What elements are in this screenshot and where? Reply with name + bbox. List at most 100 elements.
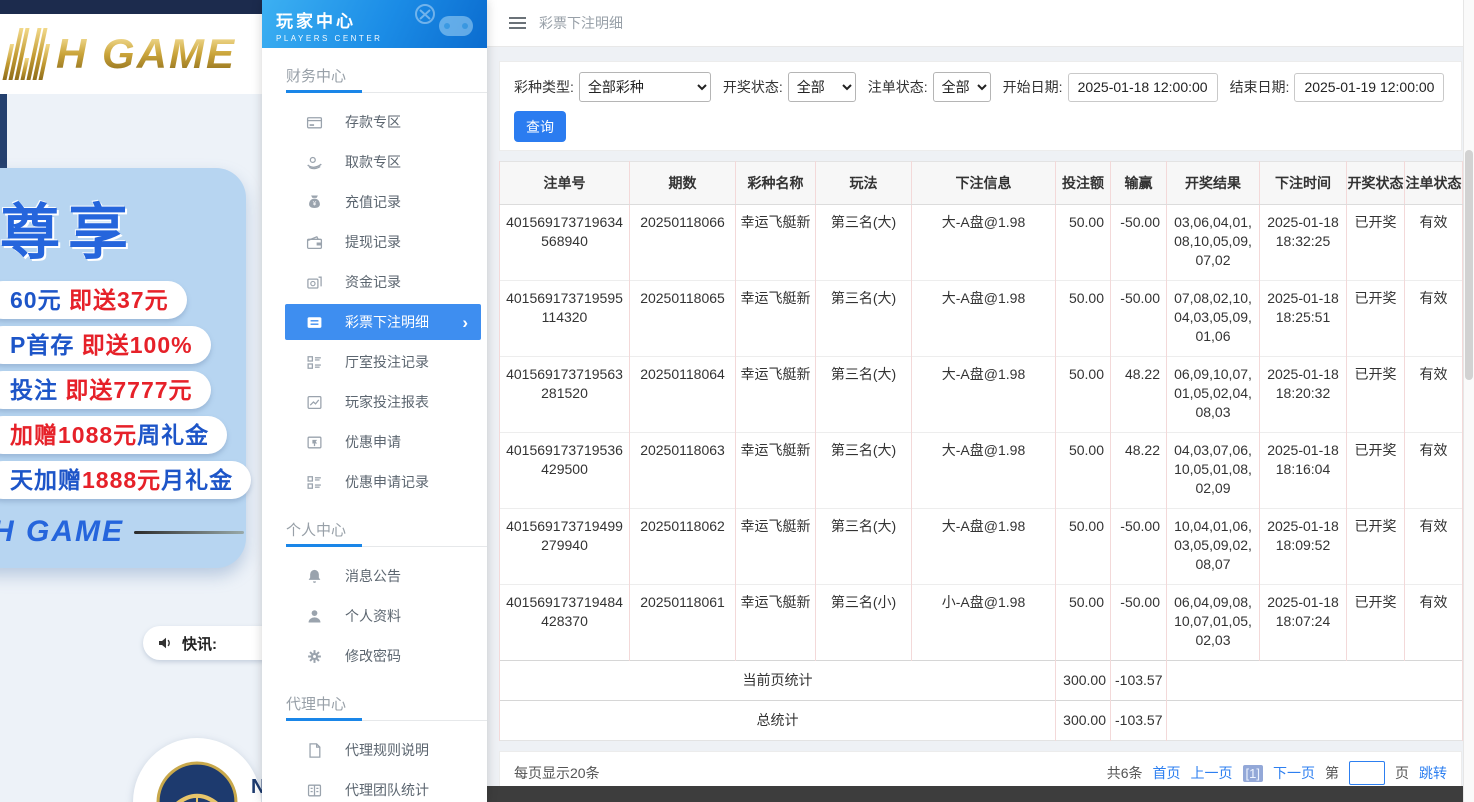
promo-brand: H GAME	[0, 515, 246, 549]
table-cell: 2025-01-18 18:16:04	[1259, 432, 1347, 509]
section-underline	[286, 718, 487, 721]
bet-list-icon	[306, 314, 323, 331]
withdraw-hand-icon	[306, 154, 323, 171]
sidebar-item-消息公告[interactable]: 消息公告	[262, 556, 487, 596]
summary-row: 当前页统计 300.00 -103.57	[499, 660, 1463, 701]
partner-logo	[133, 738, 261, 802]
table-cell: 大-A盘@1.98	[911, 280, 1056, 357]
table-cell: 20250118063	[629, 432, 736, 509]
order-status-select[interactable]: 全部	[932, 72, 991, 102]
sidebar-item-优惠申请记录[interactable]: 优惠申请记录	[262, 462, 487, 502]
column-header: 下注时间	[1259, 161, 1347, 205]
sidebar-item-个人资料[interactable]: 个人资料	[262, 596, 487, 636]
column-header: 输赢	[1110, 161, 1167, 205]
column-header: 开奖状态	[1346, 161, 1405, 205]
column-header: 玩法	[815, 161, 912, 205]
background-page: H GAME 尊享 60元 即送37元 P首存 即送100% 投注 即送7777元加…	[0, 0, 262, 802]
first-page-link[interactable]: 首页	[1153, 763, 1181, 783]
sidebar-item-彩票下注明细[interactable]: 彩票下注明细 ›	[285, 304, 481, 340]
search-button[interactable]: 查询	[514, 111, 566, 142]
column-header: 注单状态	[1404, 161, 1463, 205]
footer-bar	[487, 786, 1474, 802]
goto-button[interactable]: 跳转	[1419, 763, 1447, 783]
promo-pill: 60元 即送37元	[0, 281, 187, 319]
sidebar-item-代理团队统计[interactable]: 代理团队统计	[262, 770, 487, 802]
bell-icon	[306, 568, 323, 585]
next-page-link[interactable]: 下一页	[1273, 763, 1315, 783]
lottery-type-select[interactable]: 全部彩种	[578, 72, 711, 102]
sidebar-item-优惠申请[interactable]: 优惠申请	[262, 422, 487, 462]
table-row: 401569173719563281520 20250118064 幸运飞艇新 第三名…	[499, 356, 1463, 433]
end-date-label: 结束日期:	[1229, 79, 1290, 95]
sidebar-item-label: 修改密码	[345, 648, 401, 664]
table-cell: 50.00	[1055, 508, 1111, 585]
coupon-icon	[306, 434, 323, 451]
news-label: 快讯:	[182, 635, 217, 653]
column-header: 投注额	[1055, 161, 1111, 205]
sidebar-item-label: 代理团队统计	[345, 782, 429, 798]
promo-pill: 天加赠1888元月礼金	[0, 461, 252, 499]
table-cell: 第三名(小)	[815, 584, 912, 661]
order-status-label: 注单状态:	[867, 79, 928, 95]
sidebar-item-label: 充值记录	[345, 194, 401, 210]
table-row: 401569173719499279940 20250118062 幸运飞艇新 第三名…	[499, 508, 1463, 585]
news-ticker[interactable]: 快讯:	[143, 626, 262, 660]
sidebar-menu: 财务中心 存款专区 取款专区 ¥ 充值记录 提现记录 资金记录 彩票下注明细 › 厅室投注记录 玩家…	[262, 65, 487, 802]
prev-page-link[interactable]: 上一页	[1191, 763, 1233, 783]
sidebar-item-玩家投注报表[interactable]: 玩家投注报表	[262, 382, 487, 422]
sidebar-item-label: 厅室投注记录	[345, 354, 429, 370]
sidebar-item-存款专区[interactable]: 存款专区	[262, 102, 487, 142]
promo-banner[interactable]: 尊享 60元 即送37元 P首存 即送100% 投注 即送7777元 加赠1088元周…	[0, 168, 252, 568]
table-row: 401569173719536429500 20250118063 幸运飞艇新 第三名…	[499, 432, 1463, 509]
sidebar-item-修改密码[interactable]: 修改密码	[262, 636, 487, 676]
background-top-bar	[0, 0, 262, 14]
promo-pill: 加赠1088元周礼金	[0, 416, 228, 454]
sidebar-item-提现记录[interactable]: 提现记录	[262, 222, 487, 262]
table-cell: 20250118064	[629, 356, 736, 433]
table-cell: 06,09,10,07,01,05,02,04,08,03	[1166, 356, 1260, 433]
summary-empty	[1166, 660, 1463, 701]
report-chart-icon	[306, 394, 323, 411]
draw-status-label: 开奖状态:	[722, 79, 783, 95]
table-cell: 50.00	[1055, 280, 1111, 357]
records-icon	[306, 354, 323, 371]
sidebar-item-取款专区[interactable]: 取款专区	[262, 142, 487, 182]
table-cell: 401569173719536429500	[499, 432, 630, 509]
table-cell: 2025-01-18 18:25:51	[1259, 280, 1347, 357]
table-cell: 50.00	[1055, 584, 1111, 661]
table-cell: 401569173719595114320	[499, 280, 630, 357]
table-cell: 大-A盘@1.98	[911, 356, 1056, 433]
sidebar-item-label: 个人资料	[345, 608, 401, 624]
sidebar-item-代理规则说明[interactable]: 代理规则说明	[262, 730, 487, 770]
sidebar-item-label: 存款专区	[345, 114, 401, 130]
user-icon	[306, 608, 323, 625]
table-cell: 10,04,01,06,03,05,09,02,08,07	[1166, 508, 1260, 585]
scrollbar[interactable]	[1463, 0, 1474, 802]
start-date-input[interactable]	[1067, 72, 1218, 102]
promo-pill: P首存 即送100%	[0, 326, 211, 364]
end-date-input[interactable]	[1294, 72, 1445, 102]
table-cell: -50.00	[1110, 508, 1167, 585]
player-center-sidebar: 玩家中心 PLAYERS CENTER 财务中心 存款专区 取款专区 ¥ 充值记录 提现记…	[262, 0, 487, 802]
sidebar-item-资金记录[interactable]: 资金记录	[262, 262, 487, 302]
sidebar-item-充值记录[interactable]: ¥ 充值记录	[262, 182, 487, 222]
sidebar-item-厅室投注记录[interactable]: 厅室投注记录	[262, 342, 487, 382]
table-cell: 大-A盘@1.98	[911, 204, 1056, 281]
table-cell: 已开奖	[1346, 508, 1405, 585]
goto-prefix-label: 第	[1325, 765, 1339, 781]
total-count-text: 共6条	[1106, 765, 1143, 781]
section-title: 代理中心	[286, 696, 347, 713]
column-header: 彩种名称	[735, 161, 816, 205]
scrollbar-thumb[interactable]	[1465, 150, 1473, 380]
table-cell: 幸运飞艇新	[735, 204, 816, 281]
table-cell: 已开奖	[1346, 584, 1405, 661]
draw-status-select[interactable]: 全部	[787, 72, 856, 102]
table-cell: 2025-01-18 18:20:32	[1259, 356, 1347, 433]
hamburger-menu-icon[interactable]	[509, 17, 526, 29]
goto-page-input[interactable]	[1349, 761, 1385, 785]
bet-detail-table: 注单号 期数 彩种名称 玩法 下注信息 投注额 输赢 开奖结果 下注时间 开奖状态 注单状态 401…	[499, 161, 1463, 741]
promo-pill-text: 即送100%	[81, 332, 193, 358]
start-date-label: 开始日期:	[1002, 79, 1063, 95]
page-size-text: 每页显示20条	[514, 765, 600, 781]
summary-bet-total: 300.00	[1055, 660, 1111, 701]
